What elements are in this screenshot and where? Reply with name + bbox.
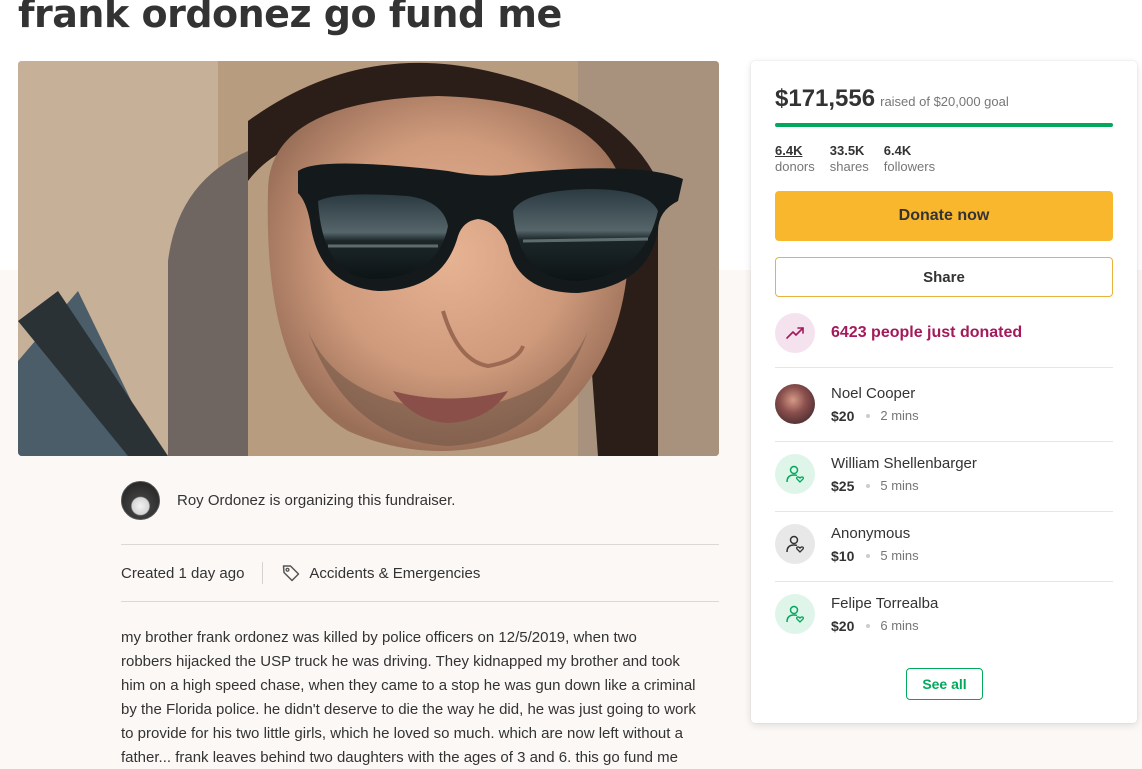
trend-text: 6423 people just donated (831, 324, 1023, 341)
stats-row: 6.4K donors 33.5K shares 6.4K followers (775, 143, 950, 175)
divider (775, 511, 1113, 512)
donation-amount: $20 (831, 618, 855, 634)
tag-icon (283, 565, 300, 582)
donation-item: William Shellenbarger $25 5 mins (775, 454, 1113, 496)
donation-time: 5 mins (880, 478, 919, 493)
divider (775, 441, 1113, 442)
meta-separator (262, 562, 264, 584)
donation-time: 5 mins (880, 548, 919, 563)
stat-label: followers (883, 159, 936, 174)
category-link[interactable]: Accidents & Emergencies (309, 565, 480, 582)
story-line: him on a high speed chase, when they cam… (121, 677, 696, 694)
organizer-row: Roy Ordonez is organizing this fundraise… (121, 481, 455, 520)
separator-dot (866, 414, 871, 418)
donation-amount: $10 (831, 548, 855, 564)
stat-label: donors (775, 159, 815, 174)
page-title: frank ordonez go fund me (18, 0, 562, 36)
organizer-avatar[interactable] (121, 481, 160, 520)
stat-label: shares (829, 159, 869, 174)
heart-person-icon (775, 454, 815, 494)
separator-dot (866, 624, 871, 628)
trending-up-icon (775, 313, 815, 353)
donor-name: William Shellenbarger (831, 455, 977, 472)
stat-value: 6.4K (775, 143, 803, 158)
donation-time: 6 mins (880, 618, 919, 633)
organizer-text: Roy Ordonez is organizing this fundraise… (177, 492, 456, 509)
progress-bar (775, 123, 1113, 127)
donor-name: Anonymous (831, 525, 911, 542)
donation-item: Felipe Torrealba $20 6 mins (775, 594, 1113, 636)
story-line: robbers hijacked the USP truck he was dr… (121, 653, 680, 670)
stat-followers: 6.4K followers (884, 143, 935, 175)
divider (121, 601, 719, 602)
story-line: by the Florida police. he didn't deserve… (121, 701, 696, 718)
recent-donations-trend: 6423 people just donated (775, 313, 1022, 353)
donation-amount: $25 (831, 478, 855, 494)
story-line: my brother frank ordonez was killed by p… (121, 629, 637, 646)
donation-item: Anonymous $10 5 mins (775, 524, 1113, 566)
goal-text: raised of $20,000 goal (880, 94, 1009, 109)
progress-fill (775, 123, 1113, 127)
heart-person-icon (775, 524, 815, 564)
divider (775, 581, 1113, 582)
separator-dot (866, 484, 871, 488)
donation-sidebar: $171,556 raised of $20,000 goal 6.4K don… (751, 61, 1137, 723)
divider (775, 367, 1113, 368)
stat-value: 6.4K (883, 143, 912, 158)
raised-amount: $171,556 (775, 85, 876, 112)
heart-person-icon (775, 594, 815, 634)
see-all-button[interactable]: See all (906, 668, 983, 700)
created-date: Created 1 day ago (121, 564, 245, 582)
story-line: to provide for his two little girls, whi… (121, 725, 683, 742)
raised-summary: $171,556 raised of $20,000 goal (775, 85, 1009, 113)
donation-time: 2 mins (880, 408, 919, 423)
stat-value: 33.5K (829, 143, 865, 158)
stat-shares: 33.5K shares (830, 143, 869, 175)
separator-dot (866, 554, 871, 558)
donor-name: Felipe Torrealba (831, 595, 939, 612)
donation-item: Noel Cooper $20 2 mins (775, 384, 1113, 426)
donor-avatar (775, 384, 815, 424)
divider (121, 544, 719, 545)
share-button[interactable]: Share (775, 257, 1113, 297)
story-line: father... frank leaves behind two daught… (121, 749, 679, 766)
campaign-story: my brother frank ordonez was killed by p… (121, 626, 721, 769)
donate-now-button[interactable]: Donate now (775, 191, 1113, 241)
donation-amount: $20 (831, 408, 855, 424)
donor-name: Noel Cooper (831, 385, 916, 402)
campaign-hero-image (18, 61, 719, 456)
stat-donors[interactable]: 6.4K donors (775, 143, 815, 175)
campaign-meta: Created 1 day ago Accidents & Emergencie… (121, 562, 480, 584)
